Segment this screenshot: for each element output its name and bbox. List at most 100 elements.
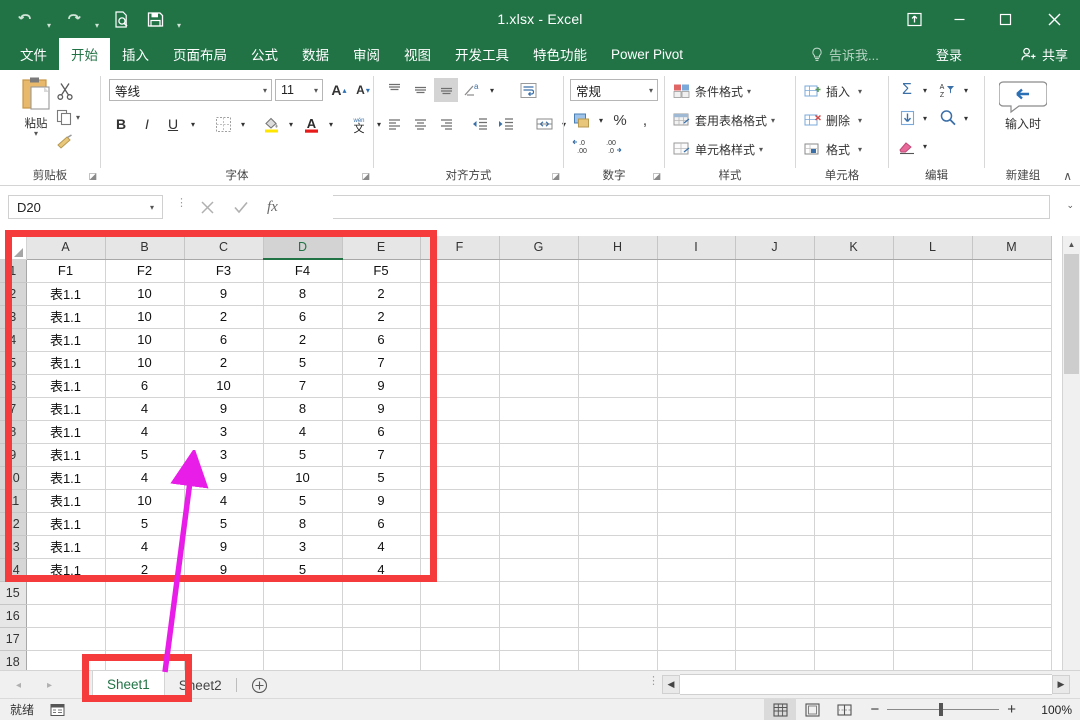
print-preview-icon[interactable] [104, 4, 138, 34]
row-header-9[interactable]: 9 [0, 443, 27, 467]
row-header-17[interactable]: 17 [0, 627, 27, 651]
cell-J12[interactable] [735, 512, 815, 536]
cell-M17[interactable] [972, 627, 1052, 651]
cell-J16[interactable] [735, 604, 815, 628]
tab-review[interactable]: 审阅 [341, 38, 392, 70]
column-header-a[interactable]: A [26, 236, 106, 260]
cell-L13[interactable] [893, 535, 973, 559]
cell-A18[interactable] [26, 650, 106, 670]
cell-E17[interactable] [342, 627, 421, 651]
comma-format-button[interactable]: , [633, 108, 657, 132]
cell-L2[interactable] [893, 282, 973, 306]
cell-A12[interactable]: 表1.1 [26, 512, 106, 536]
insert-cells-button[interactable]: 插入 ▾ [804, 78, 862, 104]
cell-M3[interactable] [972, 305, 1052, 329]
cell-C16[interactable] [184, 604, 264, 628]
grid-table[interactable]: A B C D E F G H I J K L M 1 F1 F2 F3 F4 F5 2 表1.1 10 9 8 2 3 表1.1 1… [0, 236, 1052, 670]
table-row[interactable]: 13 表1.1 4 9 3 4 [0, 535, 1052, 559]
cell-K17[interactable] [814, 627, 894, 651]
cell-J4[interactable] [735, 328, 815, 352]
cell-K7[interactable] [814, 397, 894, 421]
cell-F5[interactable] [420, 351, 500, 375]
cell-E9[interactable]: 7 [342, 443, 421, 467]
copy-button[interactable]: ▾ [56, 104, 96, 130]
cell-G7[interactable] [499, 397, 579, 421]
cell-B10[interactable]: 4 [105, 466, 185, 490]
cell-J15[interactable] [735, 581, 815, 605]
cell-D5[interactable]: 5 [263, 351, 343, 375]
insert-function-icon[interactable]: fx [267, 199, 278, 216]
cancel-icon[interactable] [200, 200, 215, 215]
cell-B4[interactable]: 10 [105, 328, 185, 352]
cell-E16[interactable] [342, 604, 421, 628]
cell-D13[interactable]: 3 [263, 535, 343, 559]
cell-F13[interactable] [420, 535, 500, 559]
cell-B3[interactable]: 10 [105, 305, 185, 329]
row-header-15[interactable]: 15 [0, 581, 27, 605]
cell-H12[interactable] [578, 512, 658, 536]
cell-A15[interactable] [26, 581, 106, 605]
column-header-b[interactable]: B [105, 236, 185, 260]
cell-G12[interactable] [499, 512, 579, 536]
cell-J18[interactable] [735, 650, 815, 670]
cell-M2[interactable] [972, 282, 1052, 306]
table-row[interactable]: 1 F1 F2 F3 F4 F5 [0, 259, 1052, 283]
cell-G1[interactable] [499, 259, 579, 283]
cell-J7[interactable] [735, 397, 815, 421]
cell-M11[interactable] [972, 489, 1052, 513]
cell-G10[interactable] [499, 466, 579, 490]
align-right-button[interactable] [434, 112, 458, 136]
cell-I18[interactable] [657, 650, 736, 670]
cell-M8[interactable] [972, 420, 1052, 444]
cell-J11[interactable] [735, 489, 815, 513]
cell-I15[interactable] [657, 581, 736, 605]
number-format-combobox[interactable]: 常规 ▾ [570, 79, 658, 101]
sheet-tab-sheet1[interactable]: Sheet1 [92, 671, 165, 699]
borders-button[interactable] [211, 112, 235, 136]
cell-K5[interactable] [814, 351, 894, 375]
paste-button[interactable]: 粘贴 ▾ [10, 76, 62, 138]
cell-L11[interactable] [893, 489, 973, 513]
cell-K14[interactable] [814, 558, 894, 582]
table-row[interactable]: 11 表1.1 10 4 5 9 [0, 489, 1052, 513]
phonetic-guide-button[interactable]: wén 文 [347, 112, 371, 136]
cell-L10[interactable] [893, 466, 973, 490]
cell-H11[interactable] [578, 489, 658, 513]
chevron-down-icon[interactable]: ▾ [759, 145, 763, 154]
page-layout-view-button[interactable] [796, 699, 828, 720]
row-header-5[interactable]: 5 [0, 351, 27, 375]
row-header-14[interactable]: 14 [0, 558, 27, 582]
cell-K10[interactable] [814, 466, 894, 490]
cell-M12[interactable] [972, 512, 1052, 536]
zoom-out-button[interactable]: − [870, 701, 879, 718]
cell-M14[interactable] [972, 558, 1052, 582]
chevron-down-icon[interactable]: ▾ [858, 145, 862, 154]
tab-data[interactable]: 数据 [290, 38, 341, 70]
orientation-dropdown-icon[interactable]: ▾ [486, 78, 498, 102]
borders-dropdown-icon[interactable]: ▾ [237, 112, 249, 136]
cell-L9[interactable] [893, 443, 973, 467]
cell-C7[interactable]: 9 [184, 397, 264, 421]
row-header-8[interactable]: 8 [0, 420, 27, 444]
accounting-dropdown-icon[interactable]: ▾ [595, 108, 607, 132]
cell-J5[interactable] [735, 351, 815, 375]
cell-H5[interactable] [578, 351, 658, 375]
column-header-d[interactable]: D [263, 236, 343, 260]
cell-F4[interactable] [420, 328, 500, 352]
row-header-7[interactable]: 7 [0, 397, 27, 421]
cell-L5[interactable] [893, 351, 973, 375]
table-row[interactable]: 5 表1.1 10 2 5 7 [0, 351, 1052, 375]
chevron-down-icon[interactable]: ▾ [314, 86, 318, 95]
font-family-combobox[interactable]: 等线 ▾ [109, 79, 272, 101]
cell-G16[interactable] [499, 604, 579, 628]
chevron-down-icon[interactable]: ▾ [747, 87, 751, 96]
cell-H8[interactable] [578, 420, 658, 444]
sheet-nav-prev-icon[interactable]: ◂ [16, 680, 21, 691]
confirm-icon[interactable] [233, 200, 249, 215]
cell-H17[interactable] [578, 627, 658, 651]
cell-H1[interactable] [578, 259, 658, 283]
cell-K15[interactable] [814, 581, 894, 605]
column-header-h[interactable]: H [578, 236, 658, 260]
close-button[interactable] [1028, 0, 1080, 38]
row-header-11[interactable]: 11 [0, 489, 27, 513]
